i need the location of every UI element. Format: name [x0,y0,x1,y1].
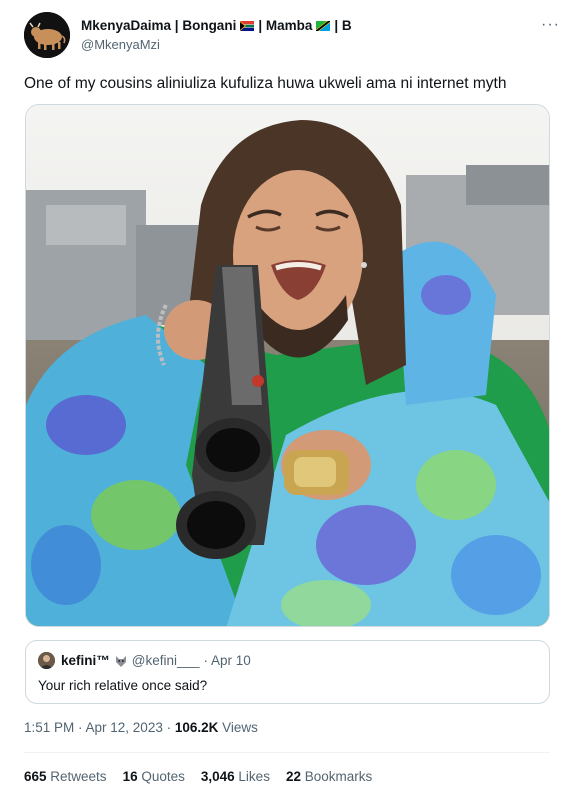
author-avatar[interactable] [24,12,70,58]
likes-count: 3,046 [200,769,235,784]
quotes-label: Quotes [137,769,185,784]
retweets-count: 665 [24,769,47,784]
likes-label: Likes [234,769,270,784]
author-display-name[interactable]: MkenyaDaima | Bongani | Mamba | B [81,18,352,33]
display-name-text: MkenyaDaima | Bongani [81,18,237,33]
views-count: 106.2K [174,720,219,735]
bull-avatar-icon [24,12,70,58]
quoted-tweet-header: kefini™ @kefini___ · Apr 10 [61,653,251,668]
display-name-text-3: | B [334,18,352,33]
tweet-photo[interactable] [25,104,550,627]
tweet-timestamp-views: 1:51 PM · Apr 12, 2023 · 106.2K Views [24,720,258,735]
quoted-author-avatar [38,652,55,669]
tweet-header: MkenyaDaima | Bongani | Mamba | B @Mkeny… [24,12,560,60]
likes-stat[interactable]: 3,046 Likes [201,769,270,784]
quoted-tweet-date: · Apr 10 [203,653,251,668]
quotes-stat[interactable]: 16 Quotes [123,769,185,784]
tanzania-flag-icon [316,20,331,31]
person-avatar-icon [38,652,55,669]
tweet-card: MkenyaDaima | Bongani | Mamba | B @Mkeny… [0,0,574,800]
south-africa-flag-icon [240,20,255,31]
divider [24,752,550,753]
wolf-emoji-icon [115,655,126,667]
bookmarks-label: Bookmarks [300,769,373,784]
photo-man-with-shotgun [26,105,549,626]
views-label: Views [218,720,258,735]
retweets-label: Retweets [46,769,107,784]
author-handle[interactable]: @MkenyaMzi [81,37,160,52]
retweets-stat[interactable]: 665 Retweets [24,769,107,784]
quoted-author-handle: @kefini___ [131,653,200,668]
quoted-tweet-text: Your rich relative once said? [38,678,208,693]
quoted-author-name: kefini™ [61,653,110,668]
bookmarks-count: 22 [285,769,301,784]
display-name-text-2: | Mamba [258,18,313,33]
tweet-text: One of my cousins aliniuliza kufuliza hu… [24,75,507,92]
quoted-tweet[interactable]: kefini™ @kefini___ · Apr 10 Your rich re… [25,640,550,704]
engagement-stats: 665 Retweets 16 Quotes 3,046 Likes 22 Bo… [24,769,372,784]
quotes-count: 16 [122,769,138,784]
tweet-timestamp[interactable]: 1:51 PM · Apr 12, 2023 · [24,720,175,735]
bookmarks-stat[interactable]: 22 Bookmarks [286,769,372,784]
more-options-icon[interactable]: ··· [541,16,560,34]
